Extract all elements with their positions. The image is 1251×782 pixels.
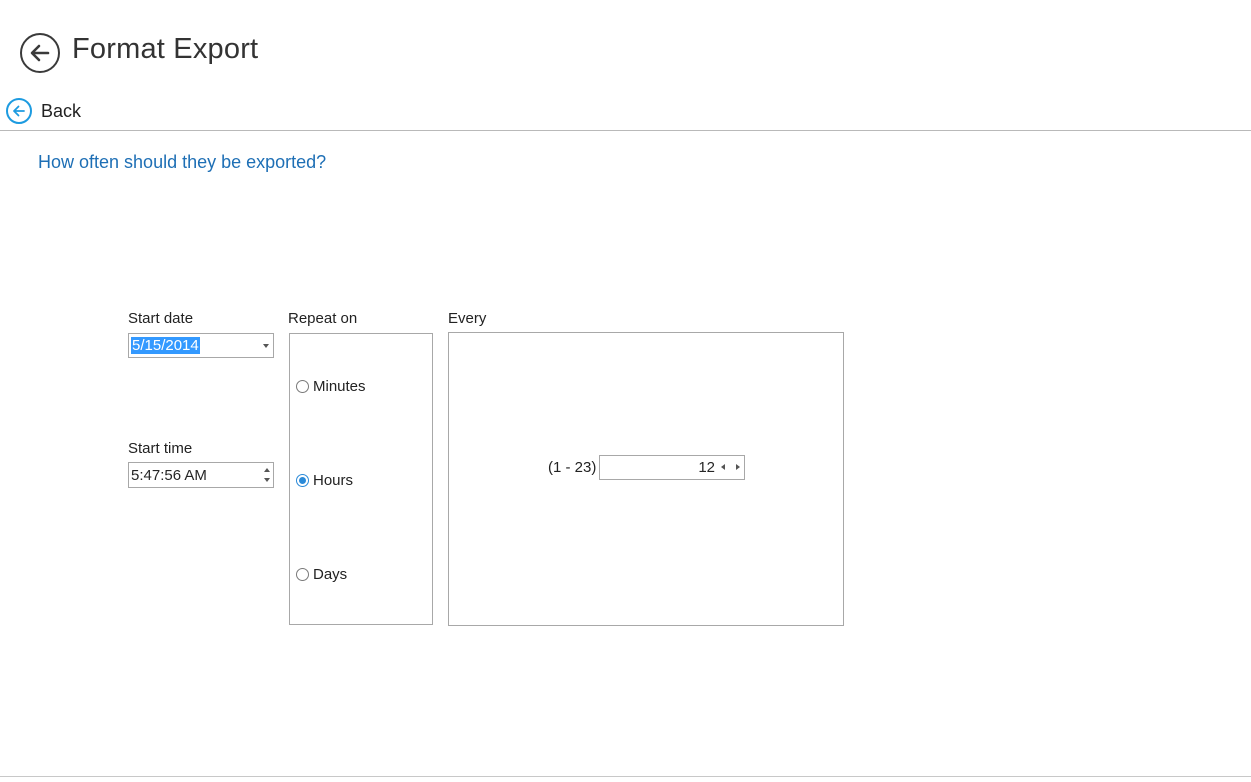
arrow-left-icon (30, 44, 50, 62)
start-date-value[interactable]: 5/15/2014 (131, 337, 200, 354)
radio-hours[interactable]: Hours (296, 472, 353, 489)
radio-label: Days (313, 566, 348, 583)
radio-minutes[interactable]: Minutes (296, 378, 366, 395)
radio-days[interactable]: Days (296, 566, 347, 583)
start-date-label: Start date (128, 310, 194, 327)
repeat-on-group: Minutes Hours Days (289, 333, 433, 625)
increment-icon[interactable] (736, 464, 740, 470)
back-label: Back (41, 100, 82, 121)
every-label: Every (448, 310, 487, 327)
start-date-picker[interactable]: 5/15/2014 (128, 333, 274, 358)
arrow-left-circle-icon (6, 98, 32, 124)
spin-down-icon[interactable] (264, 478, 270, 482)
repeat-on-label: Repeat on (288, 310, 358, 327)
every-range-hint: (1 - 23) (548, 459, 597, 476)
decrement-icon[interactable] (721, 464, 725, 470)
page-back-button[interactable] (20, 33, 60, 73)
every-value[interactable]: 12 (698, 459, 715, 476)
chevron-down-icon[interactable] (263, 344, 269, 348)
spin-up-icon[interactable] (264, 468, 270, 472)
page-title: Format Export (72, 33, 259, 65)
header-divider (0, 130, 1251, 131)
radio-button[interactable] (296, 380, 309, 393)
start-time-label: Start time (128, 440, 193, 457)
start-time-spinner[interactable]: 5:47:56 AM (128, 462, 274, 488)
radio-label: Hours (313, 472, 354, 489)
footer-divider (0, 776, 1251, 777)
section-question: How often should they be exported? (38, 152, 327, 172)
start-time-value[interactable]: 5:47:56 AM (131, 467, 207, 484)
back-link[interactable]: Back (6, 98, 81, 124)
radio-button[interactable] (296, 568, 309, 581)
every-numeric-spinner[interactable]: 12 (599, 455, 745, 480)
radio-label: Minutes (313, 378, 366, 395)
radio-button-selected[interactable] (296, 474, 309, 487)
